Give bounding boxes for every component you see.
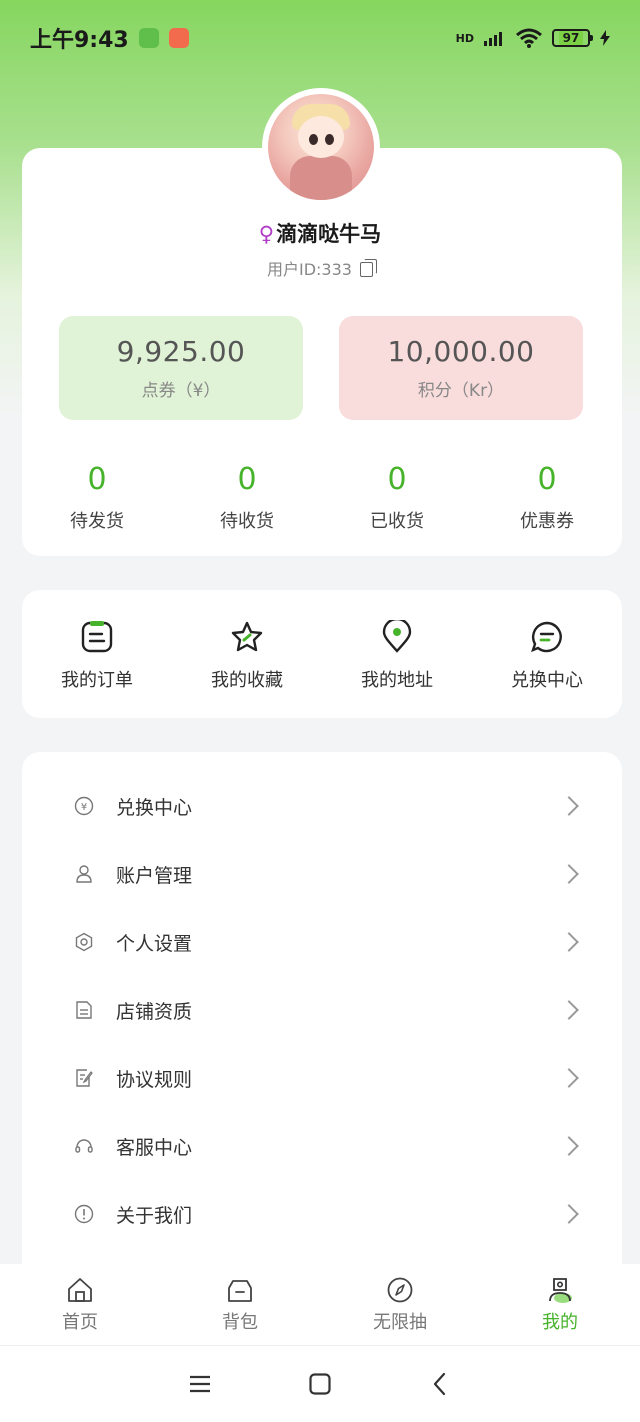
points-balance-card[interactable]: 9,925.00 点券（¥） [59,316,303,420]
menu-label: 协议规则 [116,1068,193,1091]
document-icon [76,1001,92,1019]
headset-icon [75,1139,93,1153]
location-icon [382,620,412,653]
wifi-icon [516,28,542,48]
quick-label: 我的地址 [361,670,433,691]
app-notification-icon [138,28,159,48]
menu-label: 关于我们 [116,1204,193,1227]
menu-label: 账户管理 [116,864,193,887]
stat-count: 0 [537,462,557,497]
profile-icon [549,1278,572,1303]
edit-doc-icon [76,1069,93,1087]
charging-icon [600,30,610,46]
compass-icon [387,1277,413,1303]
chevron-right-icon [559,1068,579,1088]
quick-actions: 我的订单 我的收藏 我的地址 兑换中心 [22,590,622,718]
user-id-text: 用户ID:333 [267,260,352,279]
stat-label: 待收货 [220,511,274,532]
points-balance-label: 点券（¥） [141,381,221,401]
avatar[interactable] [262,88,380,206]
stat-received[interactable]: 0 已收货 [322,462,472,533]
quick-my-address[interactable]: 我的地址 [322,620,472,718]
nav-label: 无限抽 [373,1312,427,1333]
stat-pending-receipt[interactable]: 0 待收货 [172,462,322,533]
stat-label: 优惠券 [520,511,574,532]
home-square-icon[interactable] [308,1372,332,1396]
credits-balance-value: 10,000.00 [387,335,535,368]
nav-home[interactable]: 首页 [0,1264,160,1345]
settings-icon [75,932,93,952]
nav-backpack[interactable]: 背包 [160,1264,320,1345]
chevron-right-icon [559,796,579,816]
info-icon [74,1204,94,1224]
quick-my-favorites[interactable]: 我的收藏 [172,620,322,718]
nav-label: 首页 [62,1312,98,1333]
nav-unlimited-draw[interactable]: 无限抽 [320,1264,480,1345]
yen-coin-icon: ¥ [74,796,94,816]
bottom-navigation: 首页 背包 无限抽 我的 [0,1264,640,1346]
copy-icon[interactable] [359,259,377,277]
menu-customer-service[interactable]: 客服中心 [22,1112,622,1180]
menu-agreement-rules[interactable]: 协议规则 [22,1044,622,1112]
network-type: HD [455,31,474,45]
user-id-row: 用户ID:333 [0,256,640,280]
stat-label: 待发货 [70,511,124,532]
username-text: 滴滴哒牛马 [276,222,382,246]
bag-icon [228,1280,252,1302]
app-notification-icon [168,28,189,48]
menu-store-qualifications[interactable]: 店铺资质 [22,976,622,1044]
menu-personal-settings[interactable]: 个人设置 [22,908,622,976]
menu-label: 店铺资质 [116,1000,193,1023]
menu-about-us[interactable]: 关于我们 [22,1180,622,1248]
order-icon [81,621,113,653]
nav-label: 我的 [542,1312,578,1333]
credits-balance-label: 积分（Kr） [417,381,505,401]
chevron-right-icon [559,1136,579,1156]
menu-icon[interactable] [188,1372,212,1396]
stat-pending-shipment[interactable]: 0 待发货 [22,462,172,533]
status-bar: 上午9:43 HD 97 [0,0,640,76]
menu-label: 客服中心 [116,1136,193,1159]
system-navigation-bar [0,1346,640,1422]
chevron-right-icon [559,1204,579,1224]
menu-label: 兑换中心 [116,796,193,819]
stat-count: 0 [387,462,407,497]
credits-balance-card[interactable]: 10,000.00 积分（Kr） [339,316,583,420]
quick-exchange-center[interactable]: 兑换中心 [472,620,622,718]
star-icon [231,621,263,652]
order-stats: 0 待发货 0 待收货 0 已收货 0 优惠券 [22,462,622,533]
signal-icon [484,32,502,46]
quick-label: 我的订单 [61,670,133,691]
home-icon [68,1278,92,1302]
menu-label: 个人设置 [116,932,193,955]
points-balance-value: 9,925.00 [116,335,246,368]
quick-label: 兑换中心 [511,670,583,691]
battery-indicator: 97 [552,29,593,47]
chevron-right-icon [559,864,579,884]
username: ♀滴滴哒牛马 [0,218,640,248]
menu-account-management[interactable]: 账户管理 [22,840,622,908]
nav-label: 背包 [222,1312,258,1333]
menu-exchange-center[interactable]: ¥ 兑换中心 [22,772,622,840]
stat-label: 已收货 [370,511,424,532]
chevron-right-icon [559,1000,579,1020]
stat-count: 0 [237,462,257,497]
stat-count: 0 [87,462,107,497]
quick-label: 我的收藏 [211,670,283,691]
svg-text:¥: ¥ [81,802,87,813]
stat-coupons[interactable]: 0 优惠券 [472,462,622,533]
settings-menu: ¥ 兑换中心 账户管理 个人设置 店铺资质 协议规则 客服中心 关于我们 [22,752,622,1272]
chevron-right-icon [559,932,579,952]
nav-mine[interactable]: 我的 [480,1264,640,1345]
status-time: 上午9:43 [30,28,129,53]
user-icon [76,865,92,883]
back-icon[interactable] [428,1372,452,1396]
gender-female-icon: ♀ [258,222,275,246]
chat-icon [531,621,562,653]
quick-my-orders[interactable]: 我的订单 [22,620,172,718]
